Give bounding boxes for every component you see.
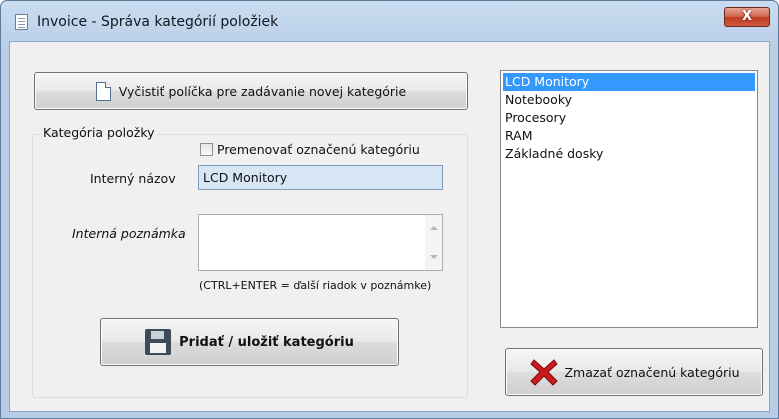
main-window: Invoice - Správa kategórií položiek X Vy… [0, 0, 779, 419]
category-group-label: Kategória položky [40, 125, 158, 140]
list-item[interactable]: RAM [503, 127, 755, 145]
client-area: Vyčistiť políčka pre zadávanie novej kat… [9, 41, 770, 412]
list-item[interactable]: LCD Monitory [503, 73, 755, 91]
internal-note-label: Interná poznámka [72, 226, 186, 241]
red-x-icon [530, 359, 559, 386]
note-scrollbar[interactable] [425, 215, 442, 270]
internal-name-label: Interný názov [90, 171, 176, 186]
category-list[interactable]: LCD Monitory Notebooky Procesory RAM Zák… [500, 70, 758, 328]
window-title: Invoice - Správa kategórií položiek [37, 14, 279, 30]
app-icon [15, 14, 28, 30]
clear-fields-button[interactable]: Vyčistiť políčka pre zadávanie novej kat… [34, 72, 468, 110]
save-category-label: Pridať / uložiť kategóriu [179, 334, 354, 350]
rename-label: Premenovať označenú kategóriu [217, 142, 420, 157]
rename-checkbox-row[interactable]: Premenovať označenú kategóriu [200, 142, 420, 157]
internal-note-textarea[interactable] [198, 214, 443, 271]
list-item[interactable]: Procesory [503, 109, 755, 127]
new-document-icon [95, 81, 111, 101]
close-button[interactable]: X [724, 7, 770, 27]
list-item[interactable]: Notebooky [503, 91, 755, 109]
rename-checkbox[interactable] [200, 143, 213, 156]
title-bar[interactable]: Invoice - Správa kategórií položiek X [1, 1, 778, 41]
save-category-button[interactable]: Pridať / uložiť kategóriu [100, 318, 399, 366]
scroll-down-icon[interactable] [430, 255, 438, 259]
note-hint: (CTRL+ENTER = ďalší riadok v poznámke) [199, 279, 432, 292]
delete-category-label: Zmazať označenú kategóriu [564, 364, 740, 380]
floppy-disk-icon [145, 329, 172, 355]
internal-name-input[interactable]: LCD Monitory [198, 165, 443, 190]
delete-category-button[interactable]: Zmazať označenú kategóriu [505, 348, 763, 396]
clear-fields-label: Vyčistiť políčka pre zadávanie novej kat… [118, 83, 407, 99]
scroll-up-icon[interactable] [430, 226, 438, 230]
list-item[interactable]: Základné dosky [503, 145, 755, 163]
